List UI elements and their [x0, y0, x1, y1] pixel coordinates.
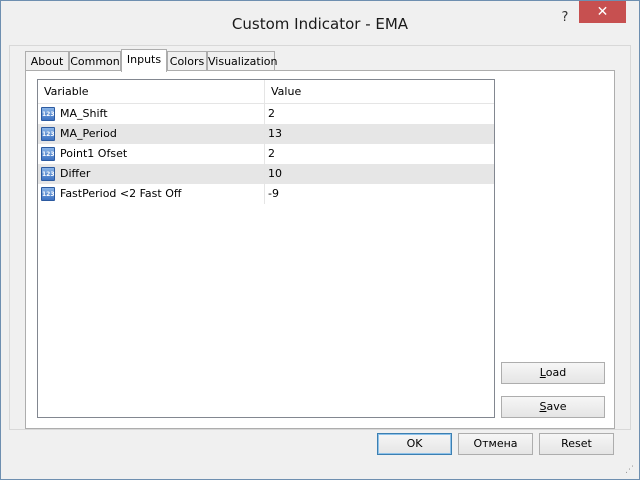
ok-button[interactable]: OK — [377, 433, 452, 455]
column-header-value[interactable]: Value — [265, 80, 493, 103]
integer-type-icon: 123 — [41, 167, 55, 181]
column-divider — [264, 104, 265, 124]
variable-value[interactable]: 10 — [268, 164, 488, 184]
dialog-window: Custom Indicator - EMA ? ✕ About Common … — [0, 0, 640, 480]
integer-type-icon: 123 — [41, 107, 55, 121]
variable-name: MA_Period — [60, 127, 117, 140]
save-button[interactable]: Save — [501, 396, 605, 418]
integer-type-icon: 123 — [41, 127, 55, 141]
variable-name: Differ — [60, 167, 91, 180]
tab-visualization[interactable]: Visualization — [207, 51, 277, 71]
integer-type-icon: 123 — [41, 147, 55, 161]
column-divider — [264, 124, 265, 144]
window-title: Custom Indicator - EMA — [231, 15, 409, 33]
table-row[interactable]: 123 MA_Shift 2 — [38, 104, 494, 124]
title-bar: Custom Indicator - EMA ? ✕ — [1, 1, 639, 45]
tab-common[interactable]: Common — [69, 51, 121, 71]
close-button[interactable]: ✕ — [579, 1, 626, 23]
tab-inputs[interactable]: Inputs — [121, 49, 167, 72]
column-header-variable[interactable]: Variable — [38, 80, 265, 103]
variable-value[interactable]: 2 — [268, 104, 488, 124]
table-row[interactable]: 123 Point1 Ofset 2 — [38, 144, 494, 164]
tab-colors[interactable]: Colors — [167, 51, 207, 71]
column-divider — [264, 144, 265, 164]
inputs-grid[interactable]: Variable Value 123 MA_Shift 2 123 MA_Per… — [37, 79, 495, 418]
variable-name: FastPeriod <2 Fast Off — [60, 187, 182, 200]
resize-grip-icon[interactable]: ⋰ — [625, 465, 635, 475]
load-button-label: oad — [545, 366, 567, 379]
table-row[interactable]: 123 MA_Period 13 — [38, 124, 494, 144]
reset-button[interactable]: Reset — [539, 433, 614, 455]
column-divider — [264, 164, 265, 184]
variable-name: Point1 Ofset — [60, 147, 128, 160]
close-icon: ✕ — [596, 4, 609, 20]
variable-name: MA_Shift — [60, 107, 108, 120]
variable-value[interactable]: 13 — [268, 124, 488, 144]
table-row[interactable]: 123 Differ 10 — [38, 164, 494, 184]
variable-value[interactable]: -9 — [268, 184, 488, 204]
grid-header: Variable Value — [38, 80, 494, 104]
integer-type-icon: 123 — [41, 187, 55, 201]
help-button[interactable]: ? — [554, 7, 576, 27]
cancel-button[interactable]: Отмена — [458, 433, 533, 455]
table-row[interactable]: 123 FastPeriod <2 Fast Off -9 — [38, 184, 494, 204]
save-button-label: ave — [546, 400, 567, 413]
load-button[interactable]: Load — [501, 362, 605, 384]
tab-about[interactable]: About — [25, 51, 69, 71]
column-divider — [264, 184, 265, 204]
variable-value[interactable]: 2 — [268, 144, 488, 164]
